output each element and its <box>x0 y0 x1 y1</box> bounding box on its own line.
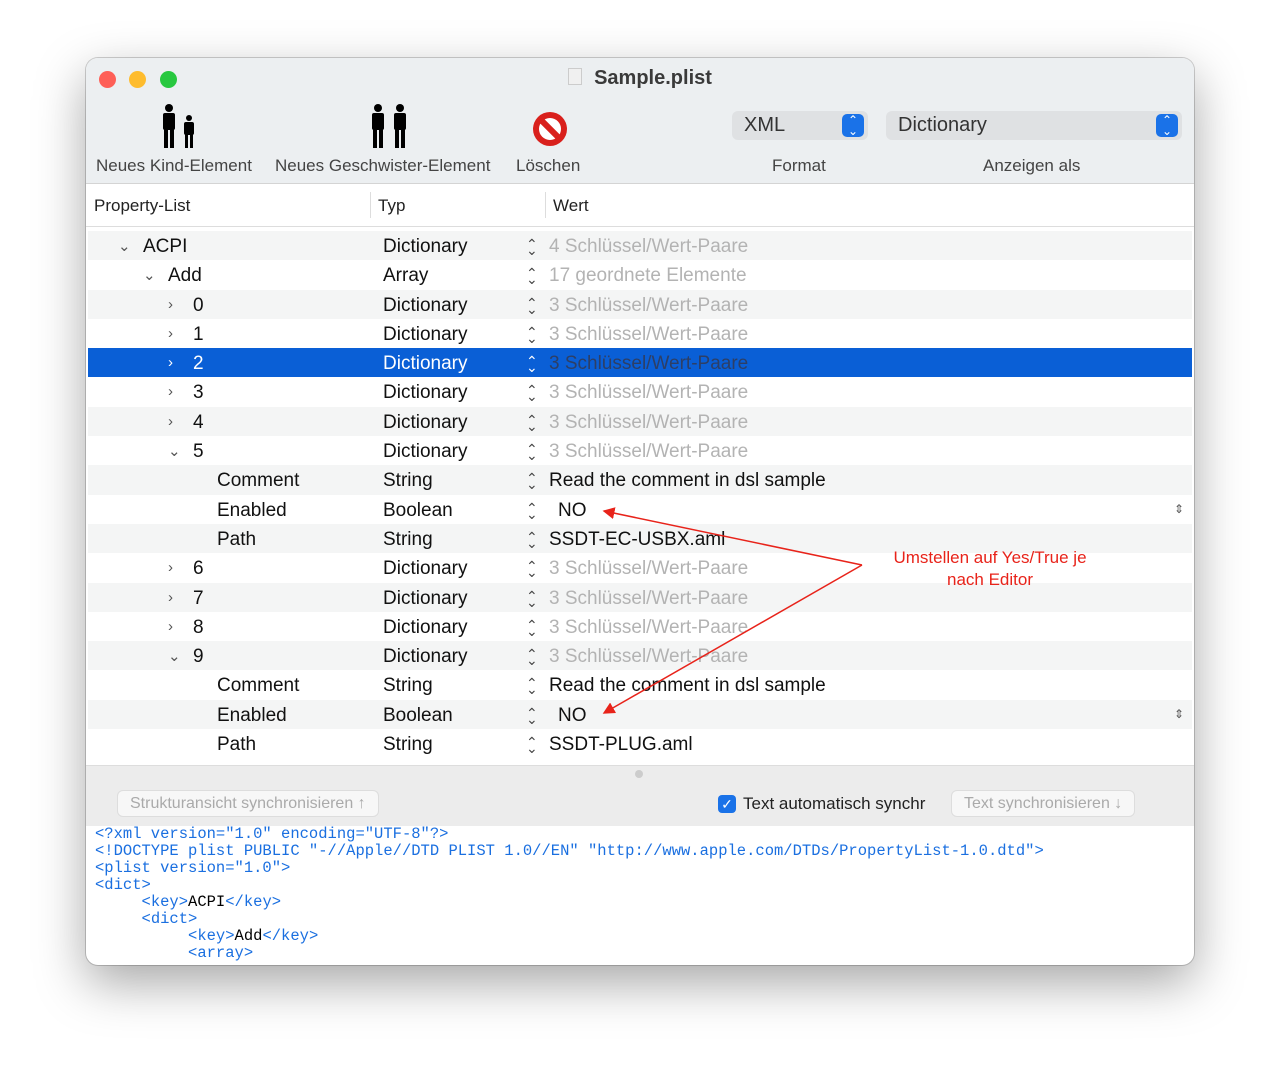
annotation-arrows <box>602 507 863 714</box>
annotation-line: Umstellen auf Yes/True je <box>893 548 1087 567</box>
arrow-line <box>602 507 863 566</box>
annotation-text: Umstellen auf Yes/True je nach Editor <box>870 547 1110 591</box>
arrow-line <box>602 564 863 714</box>
annotation-line: nach Editor <box>947 570 1033 589</box>
